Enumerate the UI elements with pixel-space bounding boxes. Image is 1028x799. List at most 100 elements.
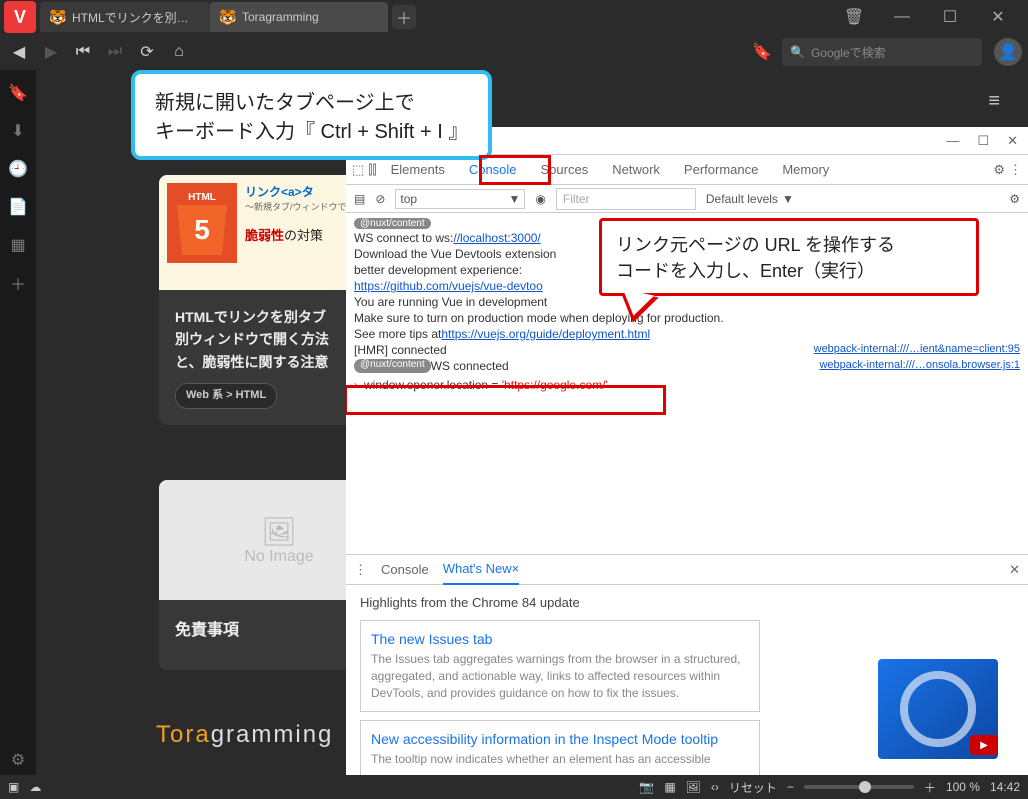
console-toolbar: ▤ ⊘ top▼ ◉ Filter Default levels ▼ ⚙ [346,185,1028,213]
console-badge: @nuxt/content [354,359,431,373]
tab-sources[interactable]: Sources [531,155,599,185]
levels-select[interactable]: Default levels ▼ [706,192,794,206]
profile-avatar[interactable]: 👤 [994,38,1022,66]
zoom-thumb[interactable] [859,781,871,793]
bookmark-icon[interactable]: 🔖 [748,38,776,66]
console-link[interactable]: https://github.com/vuejs/vue-devtoo [354,279,543,293]
page-actions-icon[interactable]: ‹› [711,780,719,794]
drawer-body: Highlights from the Chrome 84 update The… [346,585,1028,775]
navbar: ◀ ▶ ⏮ ⏭ ⟳ ⌂ 🔖 🔍 Googleで検索 👤 [0,34,1028,70]
vivaldi-logo[interactable]: V [4,1,36,33]
settings-icon[interactable]: ⚙ [993,162,1005,178]
fastforward-button[interactable]: ⏭ [102,39,128,65]
console-text: You are running Vue in development [354,295,547,309]
window-panel-icon[interactable]: ▦ [0,230,36,260]
hero-warn-red: 脆弱性 [245,228,284,243]
downloads-panel-icon[interactable]: ⬇ [0,116,36,146]
capture-icon[interactable]: 📷 [639,780,654,794]
bookmarks-panel-icon[interactable]: 🔖 [0,78,36,108]
search-placeholder: Googleで検索 [811,44,886,61]
image-toggle-icon[interactable]: 🖼 [686,780,701,794]
console-input-row[interactable]: › window.opener.location = 'https://goog… [354,378,1020,392]
zoom-reset-button[interactable]: リセット [729,779,777,796]
hero-warning: 脆弱性の対策 [245,225,356,244]
callout-line: コードを入力し、Enter（実行） [616,257,962,283]
favicon-icon: 🐯 [50,9,66,25]
console-link[interactable]: //localhost:3000/ [453,231,540,245]
panel-toggle-icon[interactable]: ▣ [8,780,19,794]
brand-logo: Toragramming [156,720,333,749]
console-input[interactable]: window.opener.location = 'https://google… [364,378,608,392]
console-text: better development experience: [354,263,522,277]
article-tag[interactable]: Web 系 > HTML [175,383,277,409]
tab-network[interactable]: Network [602,155,670,185]
rewind-button[interactable]: ⏮ [70,39,96,65]
minimize-button[interactable]: — [880,2,924,32]
reload-button[interactable]: ⟳ [134,39,160,65]
whatsnew-card[interactable]: New accessibility information in the Ins… [360,720,760,775]
forward-button[interactable]: ▶ [38,39,64,65]
drawer-tab-console[interactable]: Console [381,562,429,577]
callout-keyboard: 新規に開いたタブページ上で キーボード入力『 Ctrl + Shift + I … [131,70,492,160]
sync-icon[interactable]: ☁ [29,780,41,794]
noimage-label: No Image [244,548,313,566]
sidebar-toggle-icon[interactable]: ▤ [354,192,365,206]
search-icon: 🔍 [790,45,805,59]
address-bar[interactable] [198,39,742,65]
maximize-button[interactable]: ☐ [928,2,972,32]
prompt-icon: › [354,378,358,392]
close-button[interactable]: ✕ [976,2,1020,32]
settings-icon[interactable]: ⚙ [1009,192,1020,206]
context-select[interactable]: top▼ [395,189,525,209]
whatsnew-card[interactable]: The new Issues tab The Issues tab aggreg… [360,620,760,712]
console-source-link[interactable]: webpack-internal:///…ient&name=client:95 [814,343,1020,357]
console-text: See more tips at [354,327,441,341]
inspect-icon[interactable]: ⬚ [352,162,364,178]
zoom-slider[interactable] [804,785,914,789]
back-button[interactable]: ◀ [6,39,32,65]
tab-memory[interactable]: Memory [772,155,839,185]
minimize-icon[interactable]: — [946,133,959,149]
tab-inactive[interactable]: 🐯 HTMLでリンクを別タブ・別ウィ [40,2,210,32]
zoom-in-button[interactable]: ＋ [924,779,936,796]
tab-performance[interactable]: Performance [674,155,768,185]
settings-icon[interactable]: ⚙ [0,745,36,775]
add-panel-icon[interactable]: ＋ [0,268,36,298]
clear-icon[interactable]: ⊘ [375,192,385,206]
close-icon[interactable]: ✕ [1007,133,1018,149]
home-button[interactable]: ⌂ [166,39,192,65]
zoom-out-button[interactable]: − [787,780,794,794]
search-input[interactable]: 🔍 Googleで検索 [782,38,982,66]
whatsnew-title: Highlights from the Chrome 84 update [360,595,1014,610]
console-source-link[interactable]: webpack-internal:///…onsola.browser.js:1 [819,359,1020,373]
maximize-icon[interactable]: ☐ [977,133,989,149]
drawer-tab-whatsnew[interactable]: What's New × [443,555,520,585]
titlebar: V 🐯 HTMLでリンクを別タブ・別ウィ 🐯 Toragramming ＋ 🗑 … [0,0,1028,34]
console-input-code: window.opener.location = [364,378,502,392]
favicon-icon: 🐯 [220,9,236,25]
history-panel-icon[interactable]: 🕘 [0,154,36,184]
tiling-icon[interactable]: ▦ [664,780,675,794]
tab-title: HTMLでリンクを別タブ・別ウィ [72,9,200,26]
devtools-drawer: ⋮ Console What's New × ✕ Highlights from… [346,554,1028,775]
device-icon[interactable]: ⫿⫿ [368,162,376,178]
brand-rest: gramming [211,721,334,748]
trash-icon[interactable]: 🗑 [832,2,876,32]
drawer-close-icon[interactable]: ✕ [1009,562,1020,578]
whatsnew-card-body: The tooltip now indicates whether an ele… [371,751,749,768]
console-text: WS connected [431,359,509,373]
close-icon[interactable]: × [512,561,520,576]
tab-active[interactable]: 🐯 Toragramming [210,2,388,32]
callout-line: 新規に開いたタブページ上で [155,86,468,115]
eye-icon[interactable]: ◉ [535,192,545,206]
more-icon[interactable]: ⋮ [354,562,367,578]
callout-line: リンク元ページの URL を操作する [616,231,962,257]
play-icon[interactable]: ▶ [970,735,998,755]
console-link[interactable]: https://vuejs.org/guide/deployment.html [441,327,650,341]
tab-title: Toragramming [242,10,319,24]
notes-panel-icon[interactable]: 📄 [0,192,36,222]
hamburger-icon[interactable]: ≡ [988,90,1000,113]
more-icon[interactable]: ⋮ [1009,162,1022,178]
filter-input[interactable]: Filter [556,188,696,210]
new-tab-button[interactable]: ＋ [392,5,416,29]
